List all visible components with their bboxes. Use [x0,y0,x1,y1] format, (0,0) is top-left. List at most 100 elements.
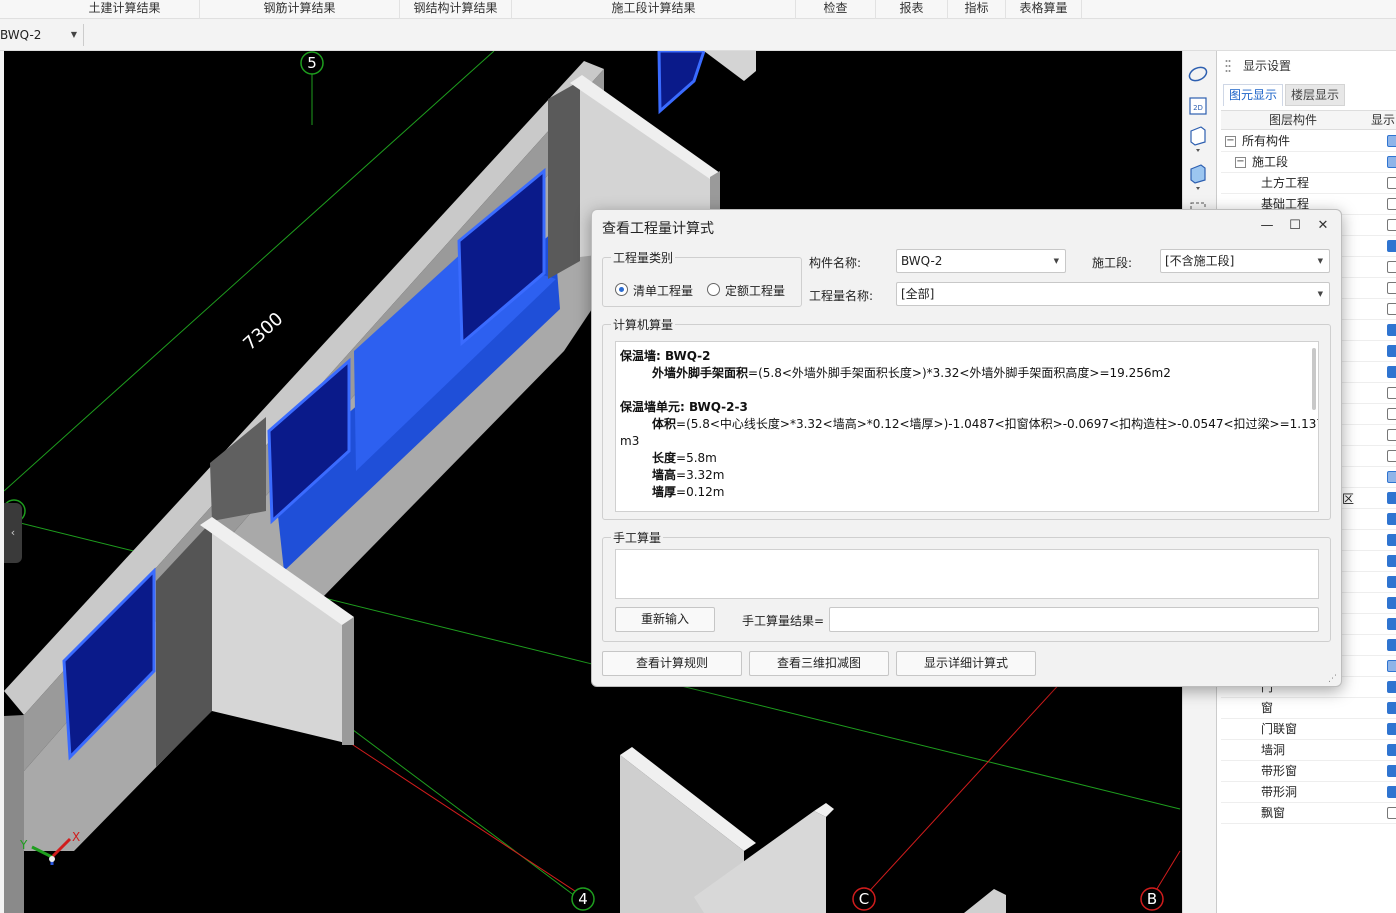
visibility-checkbox[interactable] [1387,534,1396,546]
visibility-checkbox[interactable] [1387,429,1396,441]
calc-line: m3 [620,433,639,450]
view-calc-rules-button[interactable]: 查看计算规则 [602,651,742,676]
component-name-select[interactable]: BWQ-2 ▼ [896,249,1066,273]
visibility-checkbox[interactable] [1387,471,1396,483]
stage-select[interactable]: [不含施工段] ▼ [1160,249,1330,273]
calc-formula-text[interactable]: 保温墙: BWQ-2 外墙外脚手架面积=(5.8<外墙外脚手架面积长度>)*3.3… [615,341,1319,512]
visibility-checkbox[interactable] [1387,513,1396,525]
visibility-checkbox[interactable] [1387,282,1396,294]
manual-calc-group: 手工算量 重新输入 手工算量结果= [602,529,1331,642]
calc-heading: 保温墙单元: BWQ-2-3 [620,400,748,414]
visibility-checkbox[interactable] [1387,345,1396,357]
visibility-checkbox[interactable] [1387,639,1396,651]
tree-row-label: 带形洞 [1261,785,1298,799]
expander-icon[interactable]: − [1235,157,1246,168]
visibility-checkbox[interactable] [1387,387,1396,399]
chevron-down-icon: ▼ [1317,257,1323,265]
tree-row[interactable]: 带形窗 [1221,761,1396,782]
radio-bill-quantity[interactable]: 清单工程量 [615,282,693,299]
tree-row[interactable]: 土方工程 [1221,173,1396,194]
calc-line: 长度=5.8m [652,450,717,467]
component-selector[interactable]: BWQ-2 ▼ [0,24,84,46]
calc-term: 墙厚 [652,485,677,499]
visibility-checkbox[interactable] [1387,240,1396,252]
visibility-checkbox[interactable] [1387,156,1396,168]
box-solid-icon[interactable] [1187,161,1209,190]
calc-line: 外墙外脚手架面积=(5.8<外墙外脚手架面积长度>)*3.32<外墙外脚手架面积… [652,365,1171,382]
scrollbar[interactable] [1312,348,1316,410]
visibility-checkbox[interactable] [1387,765,1396,777]
visibility-checkbox[interactable] [1387,723,1396,735]
visibility-checkbox[interactable] [1387,660,1396,672]
view-3d-deduction-button[interactable]: 查看三维扣减图 [749,651,889,676]
visibility-checkbox[interactable] [1387,198,1396,210]
tree-row[interactable]: 带形洞 [1221,782,1396,803]
orbit-icon[interactable] [1187,63,1209,85]
close-button[interactable]: ✕ [1311,216,1335,236]
visibility-checkbox[interactable] [1387,135,1396,147]
quantity-name-select[interactable]: [全部] ▼ [896,282,1330,306]
calc-text: m3 [620,434,640,448]
component-name-label: 构件名称: [809,256,862,270]
visibility-checkbox[interactable] [1387,408,1396,420]
axis-label-5: 5 [307,54,317,72]
visibility-checkbox[interactable] [1387,303,1396,315]
calc-term: 外墙外脚手架面积 [652,366,749,380]
visibility-checkbox[interactable] [1387,786,1396,798]
tree-row[interactable]: 门联窗 [1221,719,1396,740]
visibility-checkbox[interactable] [1387,219,1396,231]
visibility-checkbox[interactable] [1387,597,1396,609]
show-detail-formula-button[interactable]: 显示详细计算式 [896,651,1036,676]
visibility-checkbox[interactable] [1387,492,1396,504]
manual-result-input[interactable] [829,607,1319,632]
top-menu-bar: 土建计算结果 钢筋计算结果 钢结构计算结果 施工段计算结果 检查 报表 指标 表… [0,0,1396,19]
manual-calc-label: 手工算量 [611,529,664,546]
radio-quota-quantity[interactable]: 定额工程量 [707,282,785,299]
tab-check[interactable]: 检查 [796,0,876,19]
row-peek-text: 区 [1342,492,1355,506]
visibility-checkbox[interactable] [1387,681,1396,693]
quantity-type-group: 工程量类别 清单工程量 定额工程量 [602,249,802,307]
box-view-icon[interactable] [1187,123,1209,152]
maximize-button[interactable]: ☐ [1283,216,1307,236]
tab-table-quantity[interactable]: 表格算量 [1006,0,1082,19]
tree-row[interactable]: 墙洞 [1221,740,1396,761]
tab-civil-results[interactable]: 土建计算结果 [50,0,200,19]
tree-row[interactable]: − 所有构件 [1221,131,1396,152]
axis-label-b-bottom: B [1147,890,1157,908]
visibility-checkbox[interactable] [1387,618,1396,630]
visibility-checkbox[interactable] [1387,366,1396,378]
tab-floor-display[interactable]: 楼层显示 [1285,84,1345,106]
calc-expression: =3.32m [676,468,725,482]
reenter-button[interactable]: 重新输入 [615,607,715,632]
tab-indicator[interactable]: 指标 [948,0,1006,19]
visibility-checkbox[interactable] [1387,555,1396,567]
tree-row[interactable]: − 施工段 [1221,152,1396,173]
expander-icon[interactable]: − [1225,136,1236,147]
collapse-left-panel-button[interactable]: ‹ [4,503,22,563]
tab-rebar-results[interactable]: 钢筋计算结果 [200,0,400,19]
visibility-checkbox[interactable] [1387,744,1396,756]
2d-icon[interactable]: 2D [1187,95,1209,117]
visibility-checkbox[interactable] [1387,261,1396,273]
visibility-checkbox[interactable] [1387,807,1396,819]
close-icon: ✕ [1317,218,1329,233]
visibility-checkbox[interactable] [1387,324,1396,336]
selector-row: BWQ-2 ▼ [0,20,1396,51]
visibility-checkbox[interactable] [1387,177,1396,189]
calc-term: 长度 [652,451,677,465]
resize-grip-icon[interactable]: ⋰ [1328,674,1337,684]
tab-steel-results[interactable]: 钢结构计算结果 [400,0,512,19]
tree-row[interactable]: 窗 [1221,698,1396,719]
tab-report[interactable]: 报表 [876,0,948,19]
visibility-checkbox[interactable] [1387,450,1396,462]
visibility-checkbox[interactable] [1387,702,1396,714]
tab-stage-results[interactable]: 施工段计算结果 [512,0,796,19]
tab-element-display[interactable]: 图元显示 [1223,84,1283,106]
computer-calc-label: 计算机算量 [611,316,676,333]
minimize-button[interactable]: — [1255,216,1279,236]
visibility-checkbox[interactable] [1387,576,1396,588]
tree-row[interactable]: 飘窗 [1221,803,1396,824]
manual-formula-input[interactable] [615,549,1319,599]
tree-header: 图层构件 显示 [1221,110,1396,130]
